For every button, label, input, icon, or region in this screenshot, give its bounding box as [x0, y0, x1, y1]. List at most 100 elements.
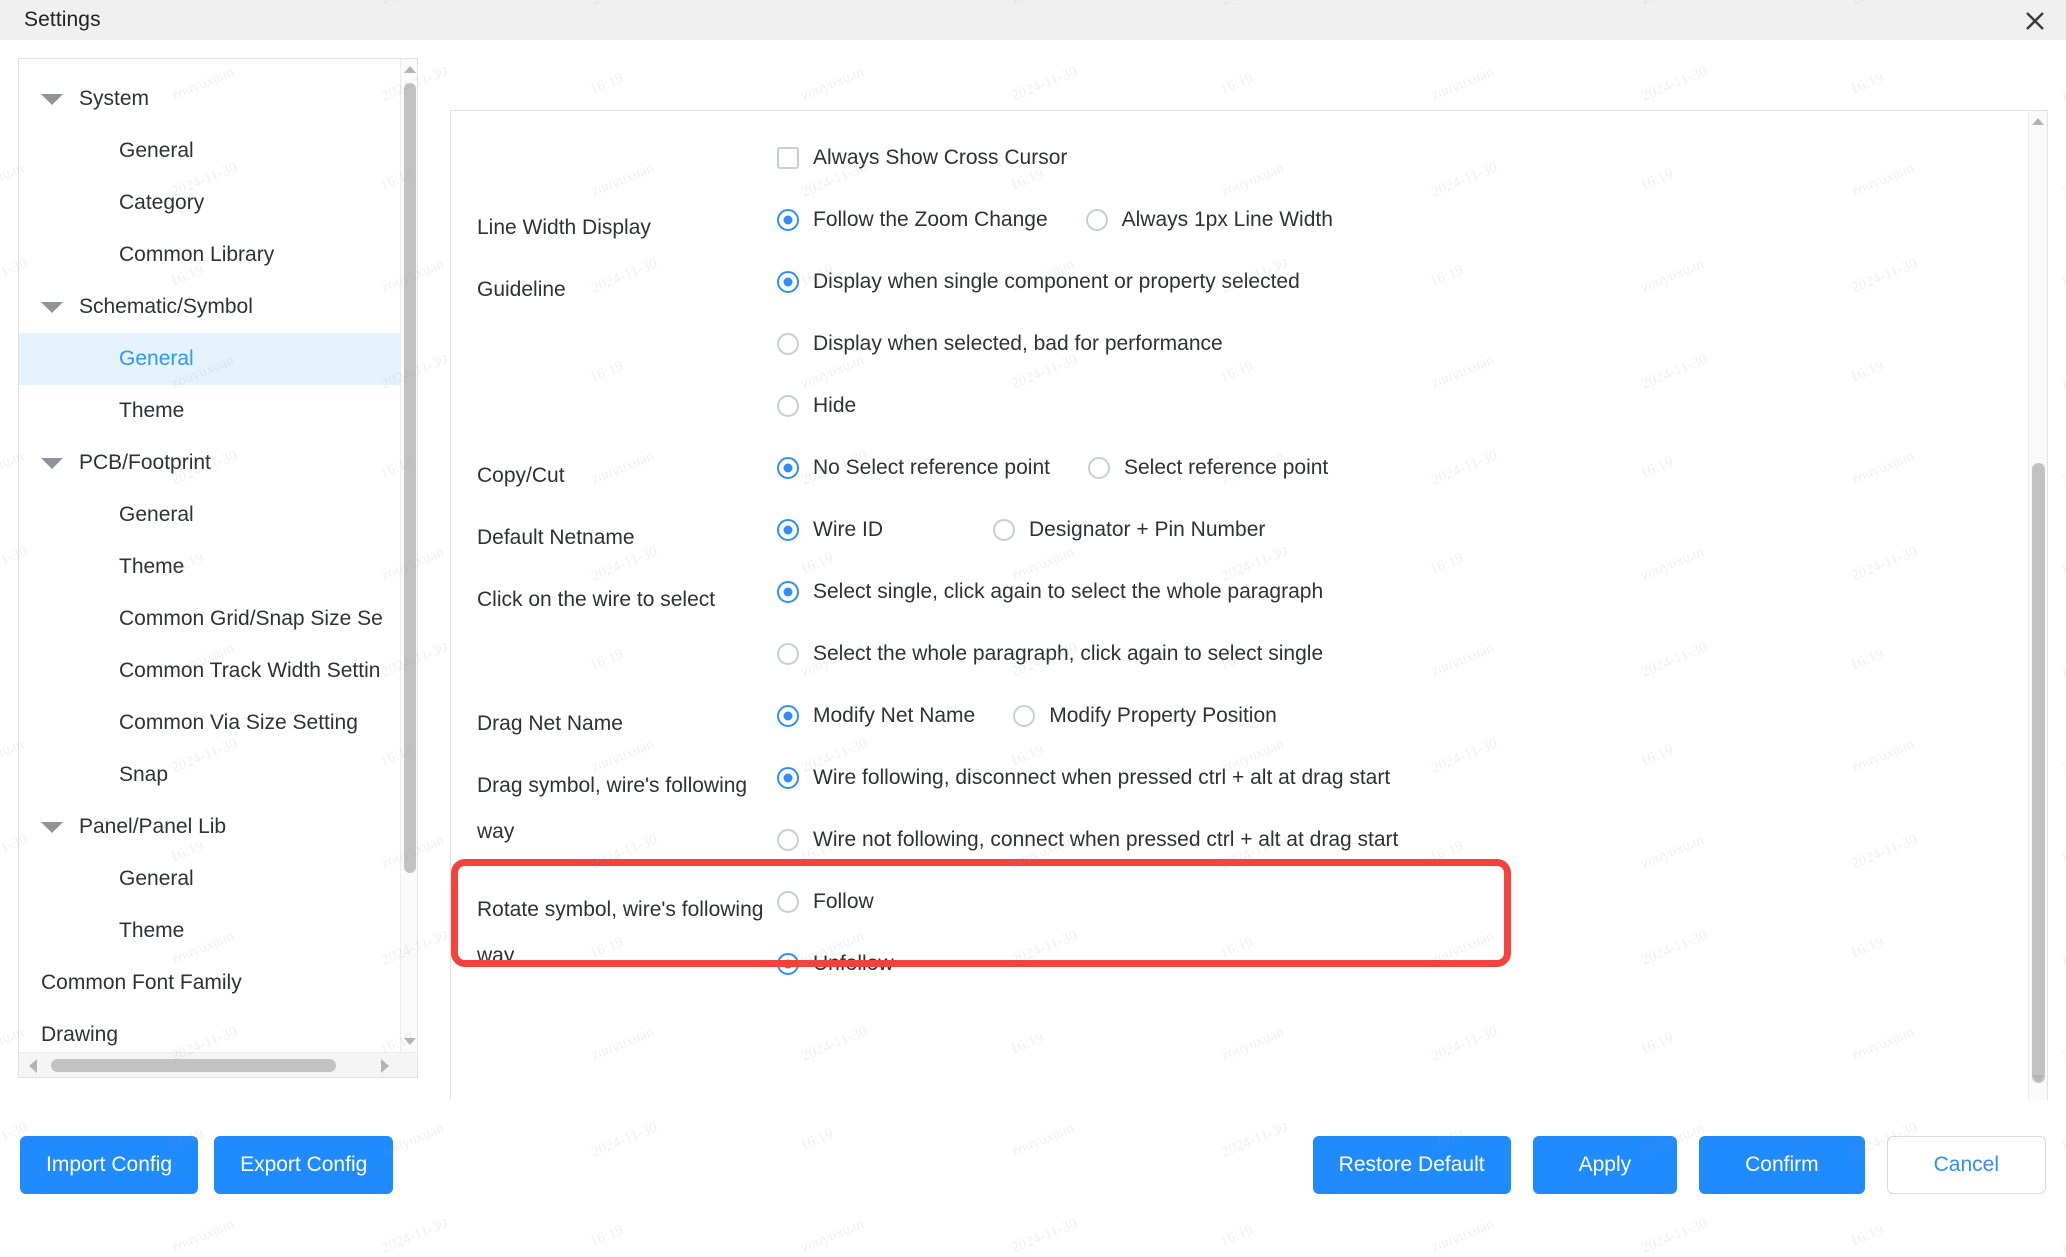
label-line-width-display: Line Width Display — [477, 189, 777, 251]
radio-selected-icon[interactable] — [777, 519, 799, 541]
radio-modify-property-position[interactable]: Modify Property Position — [1013, 685, 1277, 747]
scroll-right-icon[interactable] — [373, 1053, 397, 1078]
caret-down-icon[interactable] — [41, 302, 63, 313]
radio-selected-icon[interactable] — [777, 271, 799, 293]
radio-guideline-display-single[interactable]: Display when single component or propert… — [777, 251, 2029, 313]
sidebar-item-common-track-width-settin[interactable]: Common Track Width Settin — [19, 645, 401, 697]
sidebar-item-category[interactable]: Category — [19, 177, 401, 229]
tree-horizontal-scrollbar[interactable] — [19, 1052, 417, 1077]
radio-rotate-follow[interactable]: Follow — [777, 871, 2029, 933]
sidebar-item-common-library[interactable]: Common Library — [19, 229, 401, 281]
sidebar-item-theme[interactable]: Theme — [19, 385, 401, 437]
caret-down-icon[interactable] — [41, 458, 63, 469]
sidebar-item-label: Drawing — [41, 1023, 118, 1047]
radio-always-1px-line-width[interactable]: Always 1px Line Width — [1086, 189, 1333, 251]
sidebar-item-general[interactable]: General — [19, 489, 401, 541]
sidebar-item-theme[interactable]: Theme — [19, 905, 401, 957]
sidebar-item-common-via-size-setting[interactable]: Common Via Size Setting — [19, 697, 401, 749]
radio-unselected-icon[interactable] — [1086, 209, 1108, 231]
export-config-button[interactable]: Export Config — [214, 1136, 393, 1194]
content-vscroll-thumb[interactable] — [2032, 463, 2045, 1083]
radio-selected-icon[interactable] — [777, 767, 799, 789]
sidebar-item-label: General — [119, 347, 194, 371]
radio-unselected-icon[interactable] — [777, 891, 799, 913]
radio-label: Designator + Pin Number — [1029, 518, 1265, 542]
tree-vertical-scrollbar[interactable] — [400, 59, 417, 1052]
radio-no-select-reference-point[interactable]: No Select reference point — [777, 437, 1050, 499]
radio-label: Select single, click again to select the… — [813, 580, 1323, 604]
radio-selected-icon[interactable] — [777, 953, 799, 975]
sidebar-item-general[interactable]: General — [19, 125, 401, 177]
scroll-left-icon[interactable] — [21, 1053, 45, 1078]
scroll-up-icon[interactable] — [2029, 113, 2046, 130]
row-guideline: Guideline Display when single component … — [451, 251, 2029, 437]
sidebar-item-general[interactable]: General — [19, 853, 401, 905]
radio-unselected-icon[interactable] — [1013, 705, 1035, 727]
radio-selected-icon[interactable] — [777, 581, 799, 603]
scroll-up-icon[interactable] — [401, 61, 418, 78]
sidebar-item-drawing[interactable]: Drawing — [19, 1009, 401, 1052]
radio-unselected-icon[interactable] — [777, 395, 799, 417]
caret-down-icon[interactable] — [41, 94, 63, 105]
scroll-down-icon[interactable] — [401, 1033, 418, 1050]
radio-rotate-unfollow[interactable]: Unfollow — [777, 933, 2029, 995]
import-config-button[interactable]: Import Config — [20, 1136, 198, 1194]
sidebar-item-snap[interactable]: Snap — [19, 749, 401, 801]
radio-select-reference-point[interactable]: Select reference point — [1088, 437, 1328, 499]
apply-button[interactable]: Apply — [1533, 1136, 1678, 1194]
sidebar-item-label: General — [119, 503, 194, 527]
row-drag-symbol-wire: Drag symbol, wire's following way Wire f… — [451, 747, 2029, 871]
content-vertical-scrollbar[interactable] — [2028, 111, 2047, 1115]
radio-guideline-display-selected[interactable]: Display when selected, bad for performan… — [777, 313, 2029, 375]
radio-unselected-icon[interactable] — [1088, 457, 1110, 479]
caret-down-icon[interactable] — [41, 822, 63, 833]
sidebar-item-system[interactable]: System — [19, 73, 401, 125]
label-drag-net-name: Drag Net Name — [477, 685, 777, 747]
radio-select-paragraph-then-single[interactable]: Select the whole paragraph, click again … — [777, 623, 2029, 685]
radio-designator-pin-number[interactable]: Designator + Pin Number — [993, 499, 1265, 561]
sidebar-item-schematic-symbol[interactable]: Schematic/Symbol — [19, 281, 401, 333]
sidebar-item-panel-panel-lib[interactable]: Panel/Panel Lib — [19, 801, 401, 853]
sidebar-item-label: Theme — [119, 919, 184, 943]
sidebar-item-pcb-footprint[interactable]: PCB/Footprint — [19, 437, 401, 489]
row-click-wire-select: Click on the wire to select Select singl… — [451, 561, 2029, 685]
sidebar-item-common-grid-snap-size-se[interactable]: Common Grid/Snap Size Se — [19, 593, 401, 645]
radio-wire-not-following-connect[interactable]: Wire not following, connect when pressed… — [777, 809, 2029, 871]
window-title: Settings — [24, 8, 101, 32]
radio-selected-icon[interactable] — [777, 209, 799, 231]
cancel-button[interactable]: Cancel — [1887, 1136, 2046, 1194]
sidebar-item-common-font-family[interactable]: Common Font Family — [19, 957, 401, 1009]
tree-vscroll-thumb[interactable] — [404, 83, 416, 873]
radio-follow-the-zoom-change[interactable]: Follow the Zoom Change — [777, 189, 1048, 251]
settings-body: SystemGeneralCategoryCommon LibrarySchem… — [0, 40, 2066, 1100]
radio-unselected-icon[interactable] — [993, 519, 1015, 541]
close-icon[interactable] — [2018, 4, 2052, 38]
radio-label: No Select reference point — [813, 456, 1050, 480]
radio-unselected-icon[interactable] — [777, 333, 799, 355]
label-copy-cut: Copy/Cut — [477, 437, 777, 499]
radio-guideline-hide[interactable]: Hide — [777, 375, 2029, 437]
radio-label: Display when selected, bad for performan… — [813, 332, 1223, 356]
restore-default-button[interactable]: Restore Default — [1313, 1136, 1511, 1194]
radio-selected-icon[interactable] — [777, 705, 799, 727]
tree-hscroll-thumb[interactable] — [51, 1059, 336, 1072]
checkbox-always-show-cross-cursor[interactable]: Always Show Cross Cursor — [777, 127, 1067, 189]
radio-wire-id[interactable]: Wire ID — [777, 499, 883, 561]
checkbox-unchecked-icon[interactable] — [777, 147, 799, 169]
radio-wire-following-disconnect[interactable]: Wire following, disconnect when pressed … — [777, 747, 2029, 809]
label-click-wire-select: Click on the wire to select — [477, 561, 777, 623]
sidebar-item-label: PCB/Footprint — [79, 451, 211, 475]
radio-modify-net-name[interactable]: Modify Net Name — [777, 685, 975, 747]
sidebar-item-theme[interactable]: Theme — [19, 541, 401, 593]
footer-right-actions: Restore Default Apply Confirm Cancel — [1313, 1136, 2046, 1194]
sidebar-item-general[interactable]: General — [19, 333, 401, 385]
confirm-button[interactable]: Confirm — [1699, 1136, 1865, 1194]
scroll-down-icon[interactable] — [2029, 1070, 2046, 1087]
row-default-netname: Default Netname Wire ID Designator + Pin… — [451, 499, 2029, 561]
radio-selected-icon[interactable] — [777, 457, 799, 479]
radio-unselected-icon[interactable] — [777, 643, 799, 665]
radio-label: Modify Net Name — [813, 704, 975, 728]
radio-select-single-then-paragraph[interactable]: Select single, click again to select the… — [777, 561, 2029, 623]
window-titlebar: Settings — [0, 0, 2066, 40]
radio-unselected-icon[interactable] — [777, 829, 799, 851]
